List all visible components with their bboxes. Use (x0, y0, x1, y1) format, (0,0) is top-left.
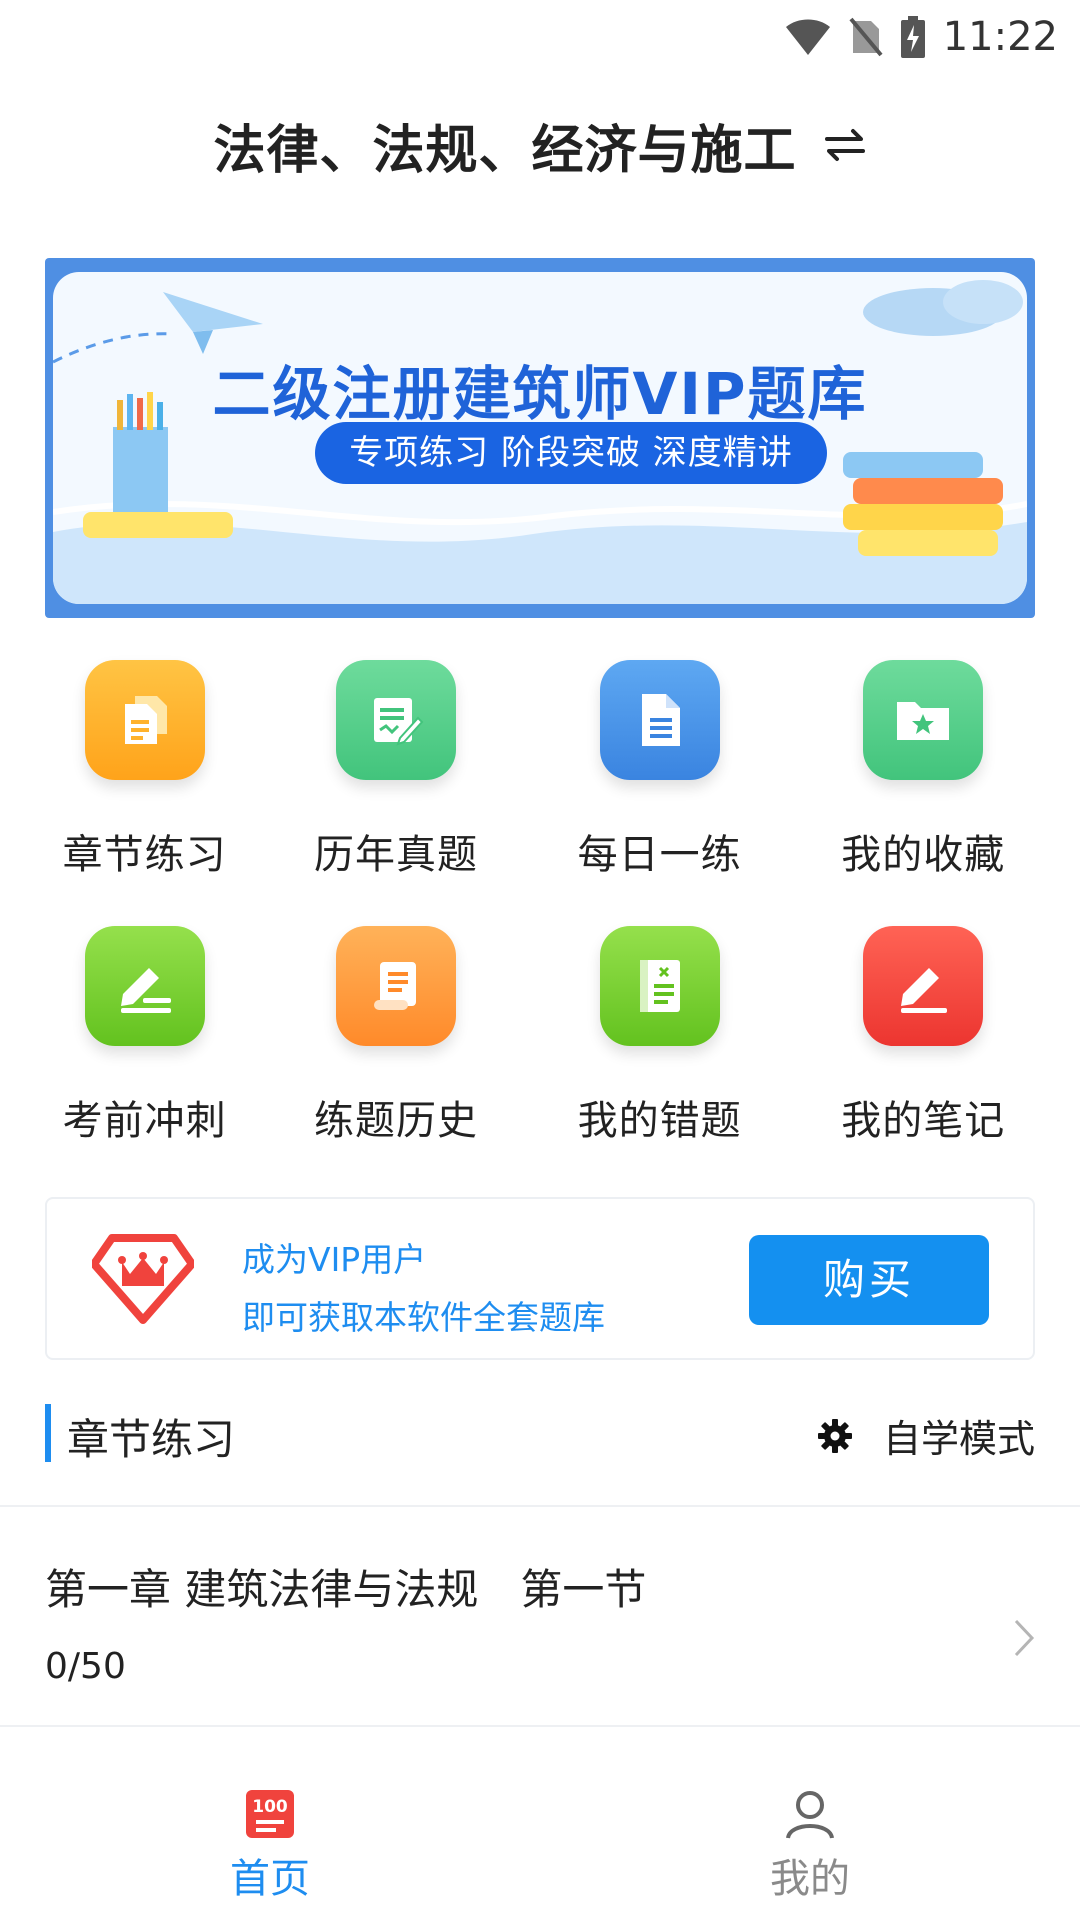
edit-document-icon (335, 660, 456, 780)
status-bar: 11:22 (0, 0, 1080, 75)
bottom-tab-bar: 100 首页 我的 (0, 1726, 1080, 1920)
grid-item-chapter-practice[interactable]: 章节练习 (25, 660, 264, 926)
grid-label: 历年真题 (313, 832, 478, 878)
grid-row: 考前冲刺 练题历史 我的错题 我的笔记 (25, 926, 1055, 1192)
vip-line2: 即可获取本软件全套题库 (242, 1298, 605, 1337)
vip-line1: 成为VIP用户 (242, 1240, 427, 1279)
grid-item-wrong-questions[interactable]: 我的错题 (528, 926, 792, 1192)
svg-text:100: 100 (252, 1797, 288, 1817)
file-icon (599, 660, 720, 780)
tab-label: 首页 (230, 1856, 310, 1902)
study-mode-toggle[interactable]: 自学模式 (817, 1408, 1035, 1463)
subject-title[interactable]: 法律、法规、经济与施工 (213, 108, 796, 183)
gear-icon (817, 1418, 852, 1453)
grid-label: 我的笔记 (841, 1098, 1006, 1144)
switch-arrows-icon[interactable] (823, 123, 867, 167)
grid-item-sprint[interactable]: 考前冲刺 (25, 926, 264, 1192)
wrong-book-icon (599, 926, 720, 1046)
battery-icon (900, 16, 925, 58)
vip-banner[interactable]: 二级注册建筑师VIP题库 专项练习 阶段突破 深度精讲 (45, 258, 1035, 618)
grid-item-history[interactable]: 练题历史 (264, 926, 528, 1192)
no-sim-icon (849, 17, 883, 57)
scroll-icon (335, 926, 456, 1046)
status-time: 11:22 (942, 14, 1058, 60)
feature-grid: 章节练习 历年真题 每日一练 我的收藏 考前冲刺 练题历史 我的错题 我的笔记 (25, 660, 1055, 1192)
chapter-progress: 0/50 (45, 1646, 126, 1687)
grid-item-notes[interactable]: 我的笔记 (791, 926, 1055, 1192)
vip-card: 成为VIP用户 即可获取本软件全套题库 购买 (45, 1197, 1035, 1360)
grid-label: 考前冲刺 (62, 1098, 227, 1144)
tab-label: 我的 (770, 1856, 850, 1902)
grid-item-daily-practice[interactable]: 每日一练 (528, 660, 792, 926)
status-icons: 11:22 (785, 12, 1058, 62)
header: 法律、法规、经济与施工 (0, 100, 1080, 190)
chevron-right-icon (1014, 1619, 1035, 1657)
grid-label: 练题历史 (313, 1098, 478, 1144)
grid-item-favorites[interactable]: 我的收藏 (791, 660, 1055, 926)
grid-label: 我的收藏 (841, 832, 1006, 878)
grid-row: 章节练习 历年真题 每日一练 我的收藏 (25, 660, 1055, 926)
wifi-icon (785, 19, 830, 55)
buy-button[interactable]: 购买 (749, 1235, 989, 1325)
banner-title: 二级注册建筑师VIP题库 (212, 360, 868, 428)
chapter-title: 第一章 建筑法律与法规 第一节 (45, 1565, 647, 1614)
home-100-icon: 100 (246, 1790, 294, 1838)
section-title: 章节练习 (67, 1415, 236, 1464)
documents-icon (84, 660, 205, 780)
section-header: 章节练习 自学模式 (45, 1402, 1035, 1464)
section-accent-bar (45, 1404, 51, 1462)
banner-board: 二级注册建筑师VIP题库 专项练习 阶段突破 深度精讲 (53, 272, 1027, 604)
chapter-row[interactable]: 第一章 建筑法律与法规 第一节 0/50 (0, 1506, 1080, 1726)
pencil-icon (84, 926, 205, 1046)
note-pencil-icon (863, 926, 984, 1046)
grid-label: 章节练习 (62, 832, 227, 878)
tab-home[interactable]: 100 首页 (170, 1788, 370, 1904)
grid-item-past-exams[interactable]: 历年真题 (264, 660, 528, 926)
grid-label: 每日一练 (577, 832, 742, 878)
study-mode-label: 自学模式 (882, 1417, 1035, 1461)
grid-label: 我的错题 (577, 1098, 742, 1144)
crown-diamond-icon (92, 1234, 194, 1324)
banner-subtitle: 专项练习 阶段突破 深度精讲 (315, 422, 827, 484)
tab-mine[interactable]: 我的 (710, 1788, 910, 1904)
star-folder-icon (863, 660, 984, 780)
person-icon (786, 1791, 834, 1839)
